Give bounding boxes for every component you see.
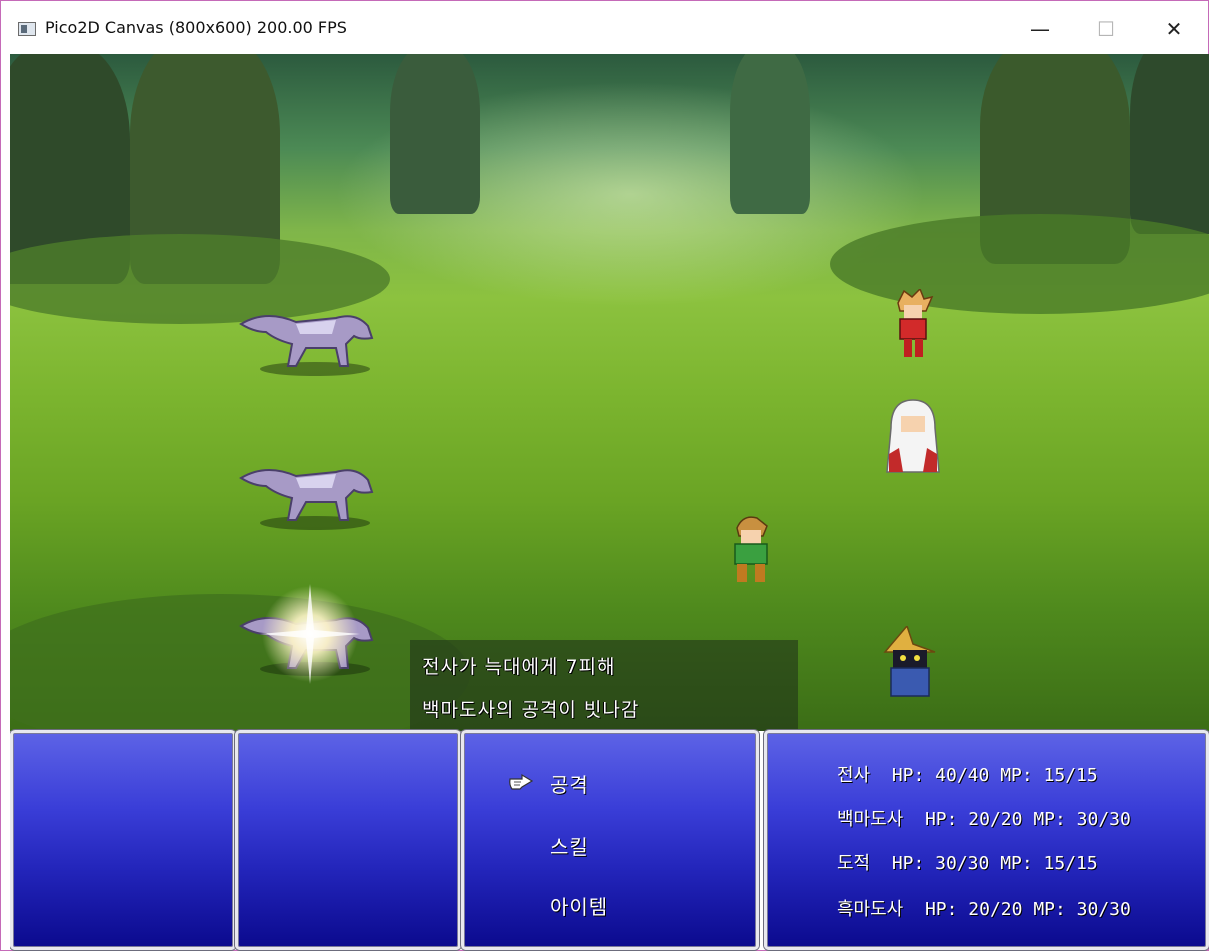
game-canvas[interactable]: 전사가 늑대에게 7피해 백마도사의 공격이 빗나감 공격 스킬 아이템 전사 …	[10, 54, 1209, 951]
tree-trunk	[1130, 54, 1209, 234]
wolf-enemy-1[interactable]	[236, 304, 376, 374]
member-hp: HP: 30/30	[891, 853, 990, 874]
hit-flash-effect	[260, 584, 360, 684]
member-hp: HP: 20/20	[924, 809, 1023, 830]
party-status-row: 도적 HP: 30/30 MP: 15/15	[837, 849, 1098, 875]
empty-panel-middle	[235, 730, 461, 950]
member-name: 도적	[837, 853, 871, 874]
member-mp: MP: 15/15	[1000, 765, 1098, 786]
app-window: Pico2D Canvas (800x600) 200.00 FPS — ☐ ✕	[0, 0, 1209, 951]
member-mp: MP: 30/30	[1033, 809, 1131, 830]
member-hp: HP: 40/40	[891, 765, 990, 786]
pointing-hand-icon	[509, 773, 534, 790]
thief-hero[interactable]	[723, 514, 783, 586]
command-attack[interactable]: 공격	[550, 769, 589, 798]
window-title: Pico2D Canvas (800x600) 200.00 FPS	[45, 18, 347, 37]
tree-trunk	[730, 54, 810, 214]
warrior-hero[interactable]	[890, 289, 936, 361]
command-item[interactable]: 아이템	[550, 891, 608, 920]
battle-log-line: 백마도사의 공격이 빗나감	[422, 699, 640, 721]
member-hp: HP: 20/20	[924, 899, 1023, 920]
member-name: 전사	[837, 765, 871, 786]
command-menu: 공격 스킬 아이템	[461, 730, 759, 950]
white-mage-hero[interactable]	[883, 398, 943, 474]
member-name: 백마도사	[837, 809, 904, 830]
minimize-button[interactable]: —	[1017, 9, 1063, 49]
command-skill[interactable]: 스킬	[550, 831, 589, 860]
maximize-button[interactable]: ☐	[1083, 9, 1129, 49]
battle-scene: 전사가 늑대에게 7피해 백마도사의 공격이 빗나감	[10, 54, 1209, 731]
member-mp: MP: 30/30	[1033, 899, 1131, 920]
battle-log: 전사가 늑대에게 7피해 백마도사의 공격이 빗나감	[410, 640, 798, 731]
party-status-panel: 전사 HP: 40/40 MP: 15/15 백마도사 HP: 20/20 MP…	[764, 730, 1209, 950]
party-status-row: 백마도사 HP: 20/20 MP: 30/30	[837, 805, 1131, 831]
tree-trunk	[390, 54, 480, 214]
app-icon	[18, 22, 36, 36]
party-status-row: 흑마도사 HP: 20/20 MP: 30/30	[837, 895, 1131, 921]
wolf-enemy-2[interactable]	[236, 458, 376, 528]
empty-panel-left	[10, 730, 236, 950]
member-mp: MP: 15/15	[1000, 853, 1098, 874]
title-bar[interactable]: Pico2D Canvas (800x600) 200.00 FPS — ☐ ✕	[1, 1, 1208, 53]
member-name: 흑마도사	[837, 899, 904, 920]
close-button[interactable]: ✕	[1151, 9, 1197, 49]
bush	[830, 214, 1209, 314]
party-status-row: 전사 HP: 40/40 MP: 15/15	[837, 761, 1098, 787]
black-mage-hero[interactable]	[883, 626, 937, 700]
battle-log-line: 전사가 늑대에게 7피해	[422, 656, 616, 678]
